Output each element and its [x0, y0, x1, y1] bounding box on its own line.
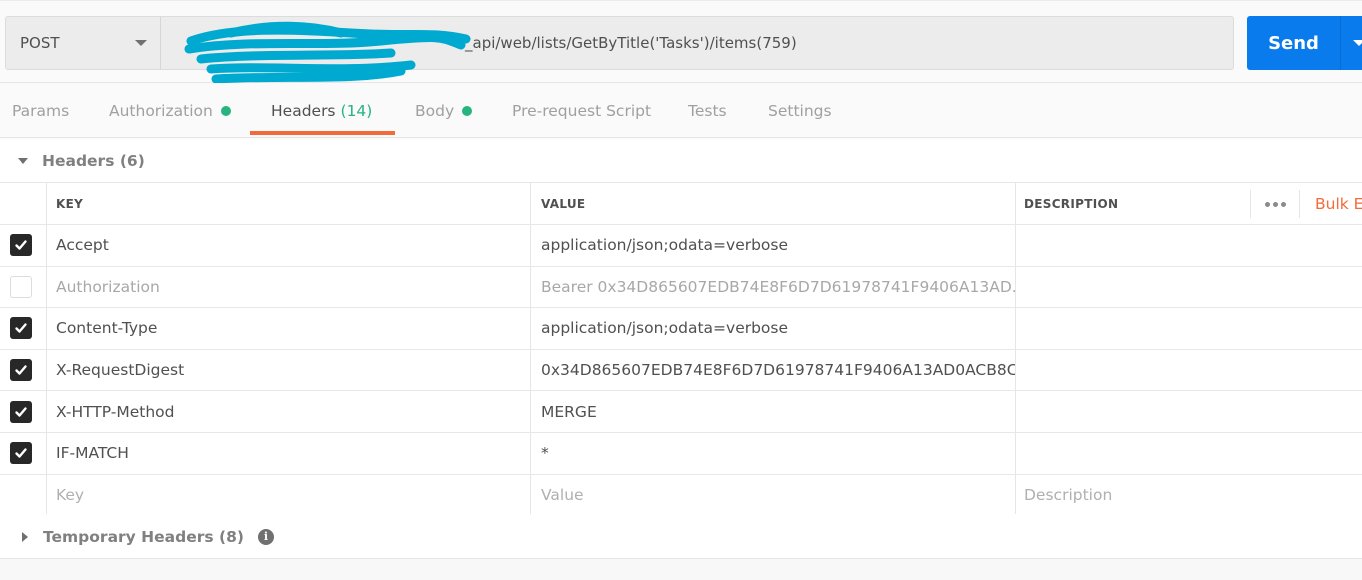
method-url-group: POST _api/web/lists/GetByTitle('Tasks')/…	[5, 16, 1234, 83]
table-row: Content-Type application/json;odata=verb…	[0, 308, 1362, 350]
active-tab-indicator	[250, 131, 395, 135]
checkmark-icon	[15, 406, 27, 417]
check-cell	[0, 474, 47, 516]
headers-section-toggle[interactable]: Headers (6)	[0, 139, 1362, 183]
tab-label: Headers	[271, 101, 336, 120]
info-icon[interactable]: i	[257, 528, 274, 545]
request-bar: POST _api/web/lists/GetByTitle('Tasks')/…	[0, 0, 1362, 83]
description-cell[interactable]	[1016, 267, 1362, 308]
row-checkbox[interactable]	[10, 234, 32, 257]
new-value-input[interactable]: Value	[531, 474, 1016, 516]
checkmark-icon	[15, 323, 27, 334]
value-cell[interactable]: application/json;odata=verbose	[531, 308, 1016, 349]
value-cell[interactable]: *	[531, 432, 1016, 474]
new-header-row: Key Value Description	[0, 474, 1362, 517]
tab-label: Tests	[688, 101, 727, 120]
url-text: _api/web/lists/GetByTitle('Tasks')/items…	[175, 34, 797, 52]
method-select[interactable]: POST	[6, 17, 161, 69]
description-cell[interactable]	[1016, 433, 1362, 474]
response-area-edge	[0, 559, 1362, 580]
row-checkbox[interactable]	[10, 442, 32, 465]
table-row: Authorization Bearer 0x34D865607EDB74E8F…	[0, 266, 1362, 309]
column-header-description-cell: DESCRIPTION Bulk Edit	[1016, 183, 1362, 224]
description-cell[interactable]	[1016, 350, 1362, 391]
request-tabs: Params Authorization Headers (14) Body P…	[0, 84, 1362, 138]
table-header-row: KEY VALUE DESCRIPTION Bulk Edit	[0, 183, 1362, 225]
status-dot-icon	[220, 105, 231, 116]
tab-label: Authorization	[109, 101, 213, 120]
status-dot-icon	[462, 105, 473, 116]
value-cell[interactable]: application/json;odata=verbose	[531, 225, 1016, 266]
headers-section: Headers (6)	[0, 139, 1362, 182]
table-row: Accept application/json;odata=verbose	[0, 225, 1362, 267]
tab-label: Pre-request Script	[512, 101, 652, 120]
new-key-input[interactable]: Key	[47, 474, 531, 516]
check-cell	[0, 225, 47, 266]
table-row: X-RequestDigest 0x34D865607EDB74E8F6D7D6…	[0, 349, 1362, 392]
dot-icon	[1280, 201, 1286, 207]
key-cell[interactable]: X-HTTP-Method	[47, 391, 531, 432]
check-cell	[0, 308, 47, 349]
tab-settings[interactable]: Settings	[768, 84, 832, 137]
send-button-group: Send	[1247, 16, 1362, 70]
check-cell	[0, 391, 47, 432]
tab-body[interactable]: Body	[415, 84, 473, 137]
column-header-value: VALUE	[531, 183, 1016, 224]
check-cell	[0, 432, 47, 474]
check-cell	[0, 266, 47, 308]
key-cell[interactable]: IF-MATCH	[47, 432, 531, 474]
key-cell[interactable]: Authorization	[47, 266, 531, 308]
dot-icon	[1272, 201, 1278, 207]
tab-label: Params	[12, 101, 70, 120]
value-cell[interactable]: Bearer 0x34D865607EDB74E8F6D7D61978741F9…	[531, 266, 1016, 308]
tab-params[interactable]: Params	[12, 84, 69, 137]
description-cell[interactable]	[1016, 308, 1362, 349]
key-cell[interactable]: Content-Type	[47, 308, 531, 349]
temporary-headers-toggle[interactable]: Temporary Headers (8) i	[0, 514, 1362, 559]
method-label: POST	[20, 34, 60, 52]
key-cell[interactable]: X-RequestDigest	[47, 349, 531, 391]
bulk-edit-link[interactable]: Bulk Edit	[1315, 183, 1362, 224]
row-checkbox[interactable]	[10, 400, 32, 423]
caret-down-icon	[18, 158, 28, 164]
tab-pre-request-script[interactable]: Pre-request Script	[512, 84, 651, 137]
section-title: Headers (6)	[42, 152, 145, 170]
chevron-down-icon	[1353, 40, 1362, 46]
url-visible-text: _api/web/lists/GetByTitle('Tasks')/items…	[465, 34, 797, 52]
checkmark-icon	[15, 240, 27, 250]
tab-count: (14)	[340, 101, 373, 120]
table-row: X-HTTP-Method MERGE	[0, 391, 1362, 433]
key-cell[interactable]: Accept	[47, 225, 531, 266]
headers-table: KEY VALUE DESCRIPTION Bulk Edit Accept a…	[0, 182, 1362, 517]
checkmark-icon	[15, 365, 27, 375]
temporary-headers-section: Temporary Headers (8) i	[0, 514, 1362, 559]
row-checkbox[interactable]	[10, 275, 32, 298]
column-header-key: KEY	[47, 183, 531, 224]
chevron-down-icon	[135, 40, 147, 46]
tab-tests[interactable]: Tests	[688, 84, 727, 137]
description-cell[interactable]	[1016, 225, 1362, 266]
description-cell[interactable]	[1016, 391, 1362, 432]
header-check-cell	[0, 183, 47, 224]
check-cell	[0, 349, 47, 391]
row-checkbox[interactable]	[10, 359, 32, 382]
column-header-description: DESCRIPTION	[1024, 196, 1119, 211]
send-button[interactable]: Send	[1247, 16, 1340, 70]
row-checkbox[interactable]	[10, 317, 32, 340]
caret-right-icon	[22, 531, 28, 542]
more-actions-button[interactable]	[1250, 190, 1300, 218]
url-input[interactable]: _api/web/lists/GetByTitle('Tasks')/items…	[161, 17, 1233, 83]
value-cell[interactable]: 0x34D865607EDB74E8F6D7D61978741F9406A13A…	[531, 349, 1016, 391]
value-cell[interactable]: MERGE	[531, 391, 1016, 432]
table-row: IF-MATCH *	[0, 432, 1362, 475]
new-description-input[interactable]: Description	[1016, 475, 1362, 516]
tab-label: Body	[415, 101, 455, 120]
send-options-button[interactable]	[1340, 16, 1362, 70]
tab-headers[interactable]: Headers (14)	[271, 84, 372, 137]
tab-label: Settings	[768, 101, 832, 120]
tab-authorization[interactable]: Authorization	[109, 84, 231, 137]
section-title: Temporary Headers (8)	[43, 527, 244, 546]
checkmark-icon	[15, 448, 27, 458]
dot-icon	[1264, 201, 1270, 207]
